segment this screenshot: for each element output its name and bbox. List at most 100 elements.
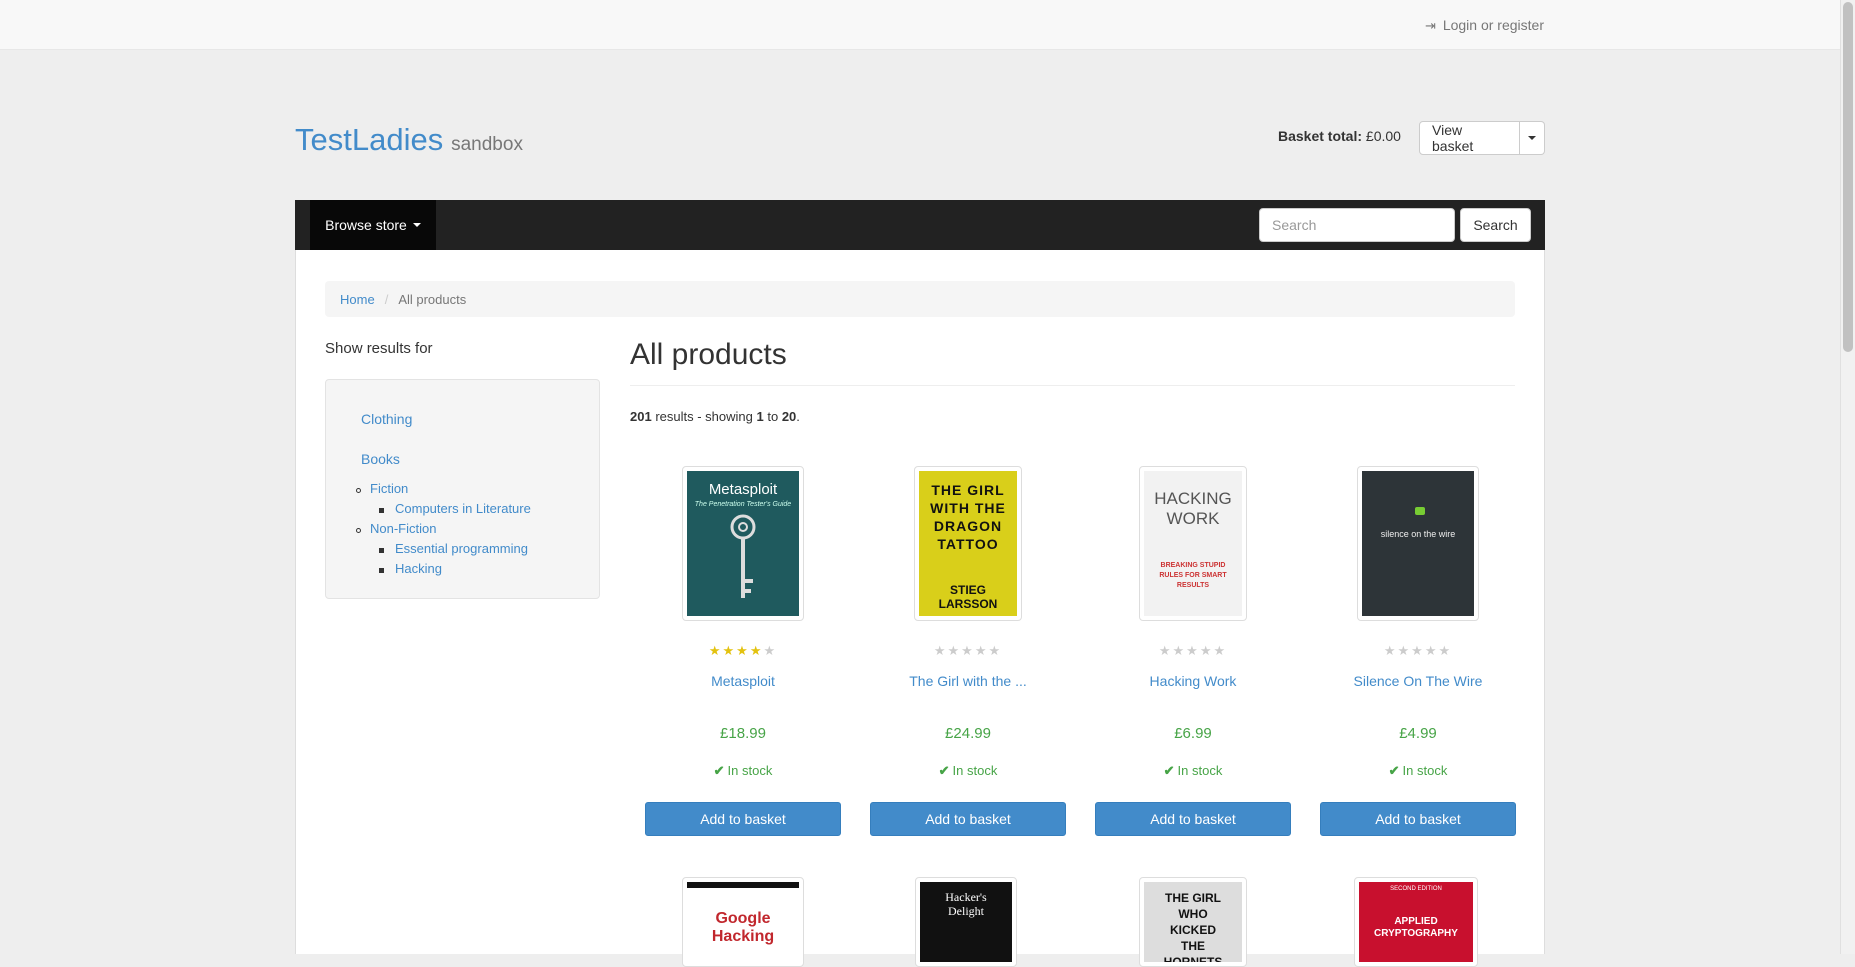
product-title[interactable]: Hacking Work xyxy=(1095,673,1291,689)
product-title[interactable]: Silence On The Wire xyxy=(1320,673,1516,689)
search-button[interactable]: Search xyxy=(1460,208,1531,242)
product-card: Metasploit The Penetration Tester's Guid… xyxy=(645,466,841,846)
stock-label: In stock xyxy=(1402,763,1448,778)
breadcrumb-home[interactable]: Home xyxy=(340,292,375,307)
star-icon: ★ xyxy=(763,643,778,658)
top-bar: ⇥ Login or register xyxy=(0,0,1840,50)
search-input[interactable]: Search xyxy=(1259,208,1455,242)
category-essential-programming[interactable]: Essential programming xyxy=(395,541,528,556)
product-image[interactable]: silence on the wire xyxy=(1357,466,1479,621)
brand-tag: sandbox xyxy=(451,134,523,155)
breadcrumb: Home / All products xyxy=(325,281,1515,317)
cover-subtitle: BREAKING STUPID RULES FOR SMART RESULTS xyxy=(1159,562,1227,589)
cover-title: Google Hacking xyxy=(711,910,775,945)
star-icon: ★ xyxy=(736,643,750,658)
cover-author: STIEG LARSSON xyxy=(938,583,998,611)
brand-name[interactable]: TestLadies xyxy=(295,122,443,157)
book-cover: Metasploit The Penetration Tester's Guid… xyxy=(687,471,799,616)
star-rating: ★★★★★ xyxy=(1320,643,1516,659)
search-placeholder: Search xyxy=(1272,217,1317,233)
product-image[interactable]: THE GIRL WITH THE DRAGON TATTOO STIEG LA… xyxy=(914,466,1022,621)
product-title[interactable]: The Girl with the ... xyxy=(870,673,1066,689)
star-icon: ★ xyxy=(1213,643,1228,658)
stock-status: ✔ In stock xyxy=(645,763,841,779)
check-icon: ✔ xyxy=(1388,763,1400,778)
product-price: £24.99 xyxy=(945,725,991,742)
login-link[interactable]: ⇥ Login or register xyxy=(1425,17,1544,34)
results-to: to xyxy=(767,409,779,424)
book-cover: Hacker's Delight xyxy=(920,882,1012,962)
browse-store-dropdown[interactable]: Browse store xyxy=(310,200,436,250)
star-icon: ★ xyxy=(1411,643,1425,658)
star-icon: ★ xyxy=(988,643,1003,658)
add-to-basket-button[interactable]: Add to basket xyxy=(645,802,841,836)
tv-icon xyxy=(1415,507,1425,515)
star-icon: ★ xyxy=(1199,643,1214,658)
basket-dropdown-toggle[interactable] xyxy=(1520,121,1545,155)
check-icon: ✔ xyxy=(713,763,725,778)
star-icon: ★ xyxy=(1172,643,1187,658)
stock-label: In stock xyxy=(952,763,998,778)
product-image[interactable]: Metasploit The Penetration Tester's Guid… xyxy=(682,466,804,621)
scrollbar-thumb[interactable] xyxy=(1843,2,1853,352)
book-cover: Google Hacking xyxy=(687,882,799,962)
view-basket-button[interactable]: View basket xyxy=(1419,121,1520,155)
login-label: Login or register xyxy=(1442,17,1544,33)
page-scrollbar[interactable] xyxy=(1840,0,1855,954)
basket-label: Basket total: xyxy=(1278,128,1363,144)
results-text: results - showing xyxy=(655,409,753,424)
category-hacking[interactable]: Hacking xyxy=(395,561,442,576)
product-title[interactable]: Metasploit xyxy=(645,673,841,689)
category-fiction[interactable]: Fiction xyxy=(370,481,408,496)
breadcrumb-current: All products xyxy=(398,291,467,307)
product-image[interactable]: HACKING WORK BREAKING STUPID RULES FOR S… xyxy=(1139,466,1247,621)
product-card: silence on the wire ★★★★★ Silence On The… xyxy=(1320,466,1516,846)
cover-title: Metasploit xyxy=(708,481,778,498)
star-icon: ★ xyxy=(1186,643,1200,658)
star-rating: ★★★★★ xyxy=(645,643,841,659)
stock-status: ✔ In stock xyxy=(870,763,1066,779)
caret-down-icon xyxy=(412,223,421,227)
list-bullet xyxy=(356,488,361,493)
star-rating: ★★★★★ xyxy=(870,643,1066,659)
star-rating: ★★★★★ xyxy=(1095,643,1291,659)
breadcrumb-separator: / xyxy=(384,291,389,307)
category-books[interactable]: Books xyxy=(361,451,400,467)
check-icon: ✔ xyxy=(1163,763,1175,778)
brand[interactable]: TestLadies sandbox xyxy=(295,122,523,158)
category-clothing[interactable]: Clothing xyxy=(361,411,412,427)
basket-total: Basket total: £0.00 xyxy=(1278,128,1401,144)
add-to-basket-button[interactable]: Add to basket xyxy=(1095,802,1291,836)
cover-title: THE GIRL WITH THE DRAGON TATTOO xyxy=(930,482,1006,552)
cover-subtitle: The Penetration Tester's Guide xyxy=(694,501,792,508)
cover-title: Hacker's Delight xyxy=(945,890,987,918)
star-icon: ★ xyxy=(974,643,989,658)
cover-edition: SECOND EDITION xyxy=(1390,886,1442,892)
star-icon: ★ xyxy=(961,643,975,658)
stock-status: ✔ In stock xyxy=(1095,763,1291,779)
basket-amount: £0.00 xyxy=(1365,128,1401,144)
cover-title: HACKING WORK xyxy=(1154,489,1232,528)
star-icon: ★ xyxy=(722,643,737,658)
book-cover: THE GIRL WHO KICKED THE HORNETS xyxy=(1144,882,1242,962)
product-price: £6.99 xyxy=(1174,725,1212,742)
list-bullet xyxy=(379,568,384,573)
showing-to: 20 xyxy=(781,409,797,424)
results-period: . xyxy=(796,409,800,424)
cover-title: APPLIED CRYPTOGRAPHY xyxy=(1374,916,1458,939)
key-icon xyxy=(730,514,756,598)
sign-in-icon: ⇥ xyxy=(1424,18,1436,33)
add-to-basket-button[interactable]: Add to basket xyxy=(1320,802,1516,836)
category-computers-in-literature[interactable]: Computers in Literature xyxy=(395,501,531,516)
star-icon: ★ xyxy=(749,643,764,658)
star-icon: ★ xyxy=(1424,643,1439,658)
book-cover: THE GIRL WITH THE DRAGON TATTOO STIEG LA… xyxy=(919,471,1017,616)
add-to-basket-button[interactable]: Add to basket xyxy=(870,802,1066,836)
category-filter: Clothing Books Fiction Computers in Lite… xyxy=(325,379,600,599)
star-icon: ★ xyxy=(1438,643,1453,658)
page-title: All products xyxy=(630,338,787,371)
book-cover: HACKING WORK BREAKING STUPID RULES FOR S… xyxy=(1144,471,1242,616)
caret-down-icon xyxy=(1528,136,1536,140)
category-non-fiction[interactable]: Non-Fiction xyxy=(370,521,436,536)
basket-button-group: View basket xyxy=(1419,121,1545,155)
